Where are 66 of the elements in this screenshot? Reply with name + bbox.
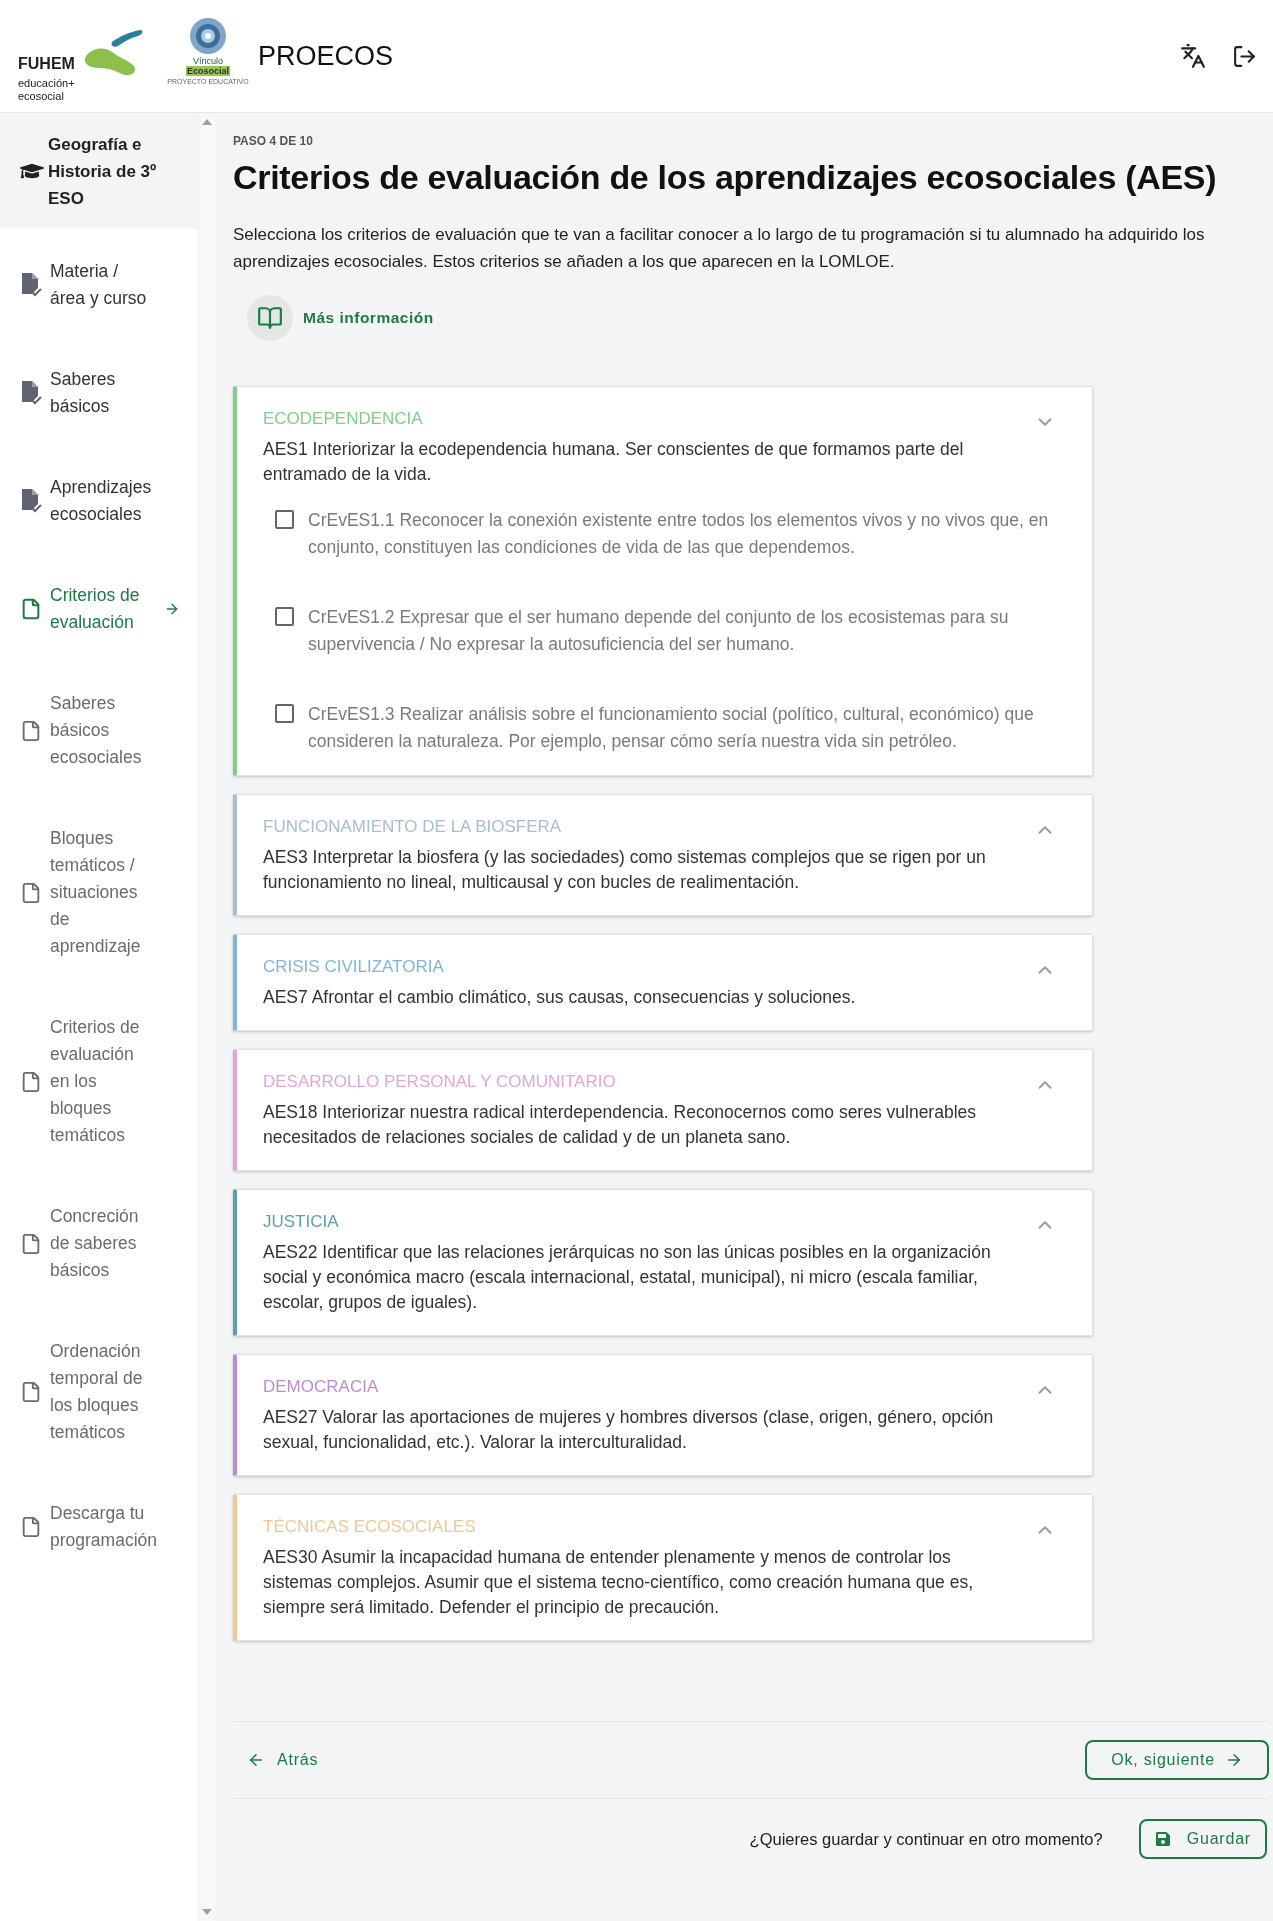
learning-description: AES22 Identificar que las relaciones jerárquicas no son las únicas posibles en la organización social y económica macro (escala internacional, estatal, municipal), ni micro (escala familiar, escolar, grupos de iguales). [263, 1241, 992, 1314]
step-indicator: PASO 4 DE 10 [233, 133, 314, 149]
save-icon [1154, 1831, 1171, 1847]
scroll-up-icon[interactable] [202, 119, 212, 125]
criterion-label: CrEvES1.1 Reconocer la conexión existente entre todos los elementos vivos y no vivos que, en conjunto, constituyen las condiciones de vida de las que dependemos. [308, 509, 1050, 559]
learning-description: AES1 Interiorizar la ecodependencia humana. Ser conscientes de que formamos parte del entramado de la vida. [263, 438, 965, 486]
sidebar-step[interactable]: Aprendizajes ecosociales [50, 474, 154, 528]
criterion-label: CrEvES1.2 Expresar que el ser humano depende del conjunto de los ecosistemas para su supervivencia / No expresar la autosuficiencia del ser humano. [308, 606, 1010, 656]
sidebar-step[interactable]: Ordenación temporal de los bloques temáticos [50, 1338, 154, 1446]
course-name: Geografía e Historia de 3º ESO [48, 133, 158, 210]
document-icon [20, 1381, 42, 1403]
category-title: JUSTICIA [263, 1211, 340, 1233]
sidebar-step[interactable]: Criterios de evaluación en los bloques temáticos [50, 1014, 154, 1149]
logo-text: Ecosocial [186, 66, 230, 76]
sidebar-step[interactable]: Concreción de saberes básicos [50, 1203, 154, 1284]
criterion-label: CrEvES1.3 Realizar análisis sobre el funcionamiento social (político, cultural, económico) que consideren la naturaleza. Por ejemplo, pensar cómo sería nuestra vida sin petróleo. [308, 703, 1035, 753]
checkbox[interactable] [275, 510, 294, 529]
logout-icon [1232, 43, 1257, 69]
save-prompt: ¿Quieres guardar y continuar en otro momento? [749, 1828, 1103, 1850]
category-title: CRISIS CIVILIZATORIA [263, 956, 445, 978]
document-icon [20, 881, 42, 904]
book-icon [257, 305, 283, 331]
category-title: TÉCNICAS ECOSOCIALES [263, 1516, 477, 1538]
learning-description: AES27 Valorar las aportaciones de mujeres y hombres diversos (clase, origen, género, opción sexual, funcionalidad, etc.). Valorar la interculturalidad. [263, 1406, 995, 1454]
more-info-button[interactable]: Más información [247, 295, 434, 341]
translate-button[interactable] [1180, 43, 1206, 69]
sun-emblem-icon [188, 16, 228, 56]
intro-text: Selecciona los criterios de evaluación que te van a facilitar conocer a lo largo de tu programación si tu alumnado ha adquirido los aprendizajes ecosociales. Estos criterios se añaden a los que aparecen en la LOMLOE. [233, 224, 1206, 273]
back-button[interactable]: Atrás [247, 1748, 319, 1772]
sidebar-step[interactable]: Materia / área y curso [50, 258, 154, 312]
document-icon [20, 1232, 42, 1255]
scrollbar[interactable] [198, 113, 215, 1921]
category-title: DESARROLLO PERSONAL Y COMUNITARIO [263, 1071, 617, 1093]
learning-description: AES30 Asumir la incapacidad humana de entender plenamente y menos de controlar los sistemas complejos. Asumir que el sistema tecno-científico, como creación humana que es, siempre será limitado. Defender el principio de precaución. [263, 1546, 975, 1619]
translate-icon [1180, 43, 1206, 69]
document-check-icon [20, 380, 42, 406]
document-icon [20, 598, 42, 620]
arrow-right-icon [164, 601, 180, 617]
logo-text: Vínculo [193, 56, 223, 66]
save-button[interactable]: Guardar [1138, 1819, 1267, 1859]
document-icon [20, 1070, 42, 1093]
next-button[interactable]: Ok, siguiente [1085, 1740, 1269, 1780]
logout-button[interactable] [1232, 43, 1257, 69]
document-icon [20, 1516, 42, 1538]
category-title: FUNCIONAMIENTO DE LA BIOSFERA [263, 816, 563, 838]
document-check-icon [20, 488, 42, 514]
sidebar-step[interactable]: Descarga tu programación [50, 1500, 154, 1554]
logo-tagline: educación+ ecosocial [18, 77, 76, 103]
page-title: Criterios de evaluación de los aprendizajes ecosociales (AES) [233, 157, 1218, 197]
document-check-icon [20, 272, 42, 298]
sidebar-step[interactable]: Bloques temáticos / situaciones de aprendizaje [50, 825, 154, 960]
learning-description: AES3 Interpretar la biosfera (y las sociedades) como sistemas complejos que se rigen por un funcionamiento no lineal, multicausal y con bucles de realimentación. [263, 846, 987, 894]
sidebar-step[interactable]: Criterios de evaluación [50, 582, 154, 636]
document-icon [20, 719, 42, 742]
sidebar-step[interactable]: Saberes básicos ecosociales [50, 690, 154, 771]
category-title: DEMOCRACIA [263, 1376, 380, 1398]
scroll-down-icon[interactable] [202, 1909, 212, 1915]
learning-description: AES7 Afrontar el cambio climático, sus causas, consecuencias y soluciones. [263, 986, 857, 1009]
checkbox[interactable] [275, 704, 294, 723]
checkbox[interactable] [275, 607, 294, 626]
learning-description: AES18 Interiorizar nuestra radical interdependencia. Reconocernos como seres vulnerables necesitados de relaciones sociales de calidad y de un planeta sano. [263, 1101, 978, 1149]
app-title: PROECOS [258, 39, 394, 73]
logo-name: FUHEM [18, 56, 75, 72]
arrow-right-icon [1225, 1751, 1243, 1769]
category-title: ECODEPENDENCIA [263, 408, 424, 430]
sidebar-step[interactable]: Saberes básicos [50, 366, 154, 420]
